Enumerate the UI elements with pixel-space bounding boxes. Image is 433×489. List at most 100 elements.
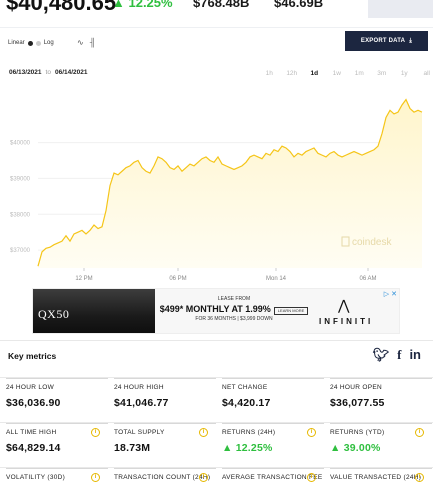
- price-chart: $40000 $39000 $38000 $37000 12 PM 06 PM Mon 14…: [10, 98, 423, 282]
- ad-learn-more-button[interactable]: LEARN MORE: [273, 307, 309, 315]
- info-icon[interactable]: i: [91, 428, 100, 437]
- metrics-grid: 24 HOUR LOW $36,036.90 24 HOUR HIGH $41,046…: [0, 377, 433, 489]
- chart-type-switcher: ∿ ╢: [77, 38, 95, 47]
- metric-cell: NET CHANGE $4,420.17: [222, 378, 324, 422]
- ad-price-line: $499* MONTHLY AT 1.99%: [159, 304, 271, 314]
- x-tick-label: 06 PM: [169, 276, 186, 282]
- metric-value: 18.73M: [114, 442, 151, 454]
- page: $40,480.65 ▲ 12.25% $768.48B $46.69B Lin…: [0, 0, 433, 489]
- infiniti-logo-icon: ⋀: [338, 297, 350, 313]
- market-cap-value: $46.69B: [274, 0, 324, 10]
- x-tick-label: 12 PM: [75, 276, 92, 282]
- metric-cell: 24 HOUR OPEN $36,077.55: [330, 378, 432, 422]
- share-links: 🐦︎ f in: [373, 347, 421, 363]
- metric-value-text: 12.25%: [235, 442, 273, 454]
- metric-cell: TOTAL SUPPLY 18.73M i: [114, 423, 216, 467]
- scale-toggle[interactable]: Linear Log: [8, 40, 54, 46]
- x-tick-label: 06 AM: [359, 276, 376, 282]
- metric-label: 24 HOUR LOW: [6, 384, 55, 391]
- metric-cell: 24 HOUR LOW $36,036.90: [6, 378, 108, 422]
- info-icon[interactable]: i: [415, 473, 424, 482]
- metric-value: ▲ 39.00%: [330, 442, 432, 454]
- metric-cell: RETURNS (24H) ▲ 12.25% i: [222, 423, 324, 467]
- range-1m[interactable]: 1m: [348, 70, 371, 77]
- metrics-row: VOLATILITY (30D) i TRANSACTION COUNT (24H)…: [0, 467, 433, 489]
- coindesk-watermark: coindesk: [352, 237, 392, 248]
- time-range-selector: 1h 12h 1d 1w 1m 3m 1y all: [258, 70, 433, 77]
- ad-offer: LEASE FROM $499* MONTHLY AT 1.99% LEARN M…: [159, 296, 309, 323]
- price-header: $40,480.65 ▲ 12.25% $768.48B $46.69B: [0, 0, 433, 28]
- price-chart-card: Linear Log ∿ ╢ EXPORT DATA ⤓ 06/13/2021 …: [0, 30, 433, 284]
- range-1h[interactable]: 1h: [258, 70, 281, 77]
- metric-value: $36,036.90: [6, 397, 61, 409]
- price-change: ▲ 12.25%: [112, 0, 173, 10]
- metric-label: 24 HOUR HIGH: [114, 384, 164, 391]
- x-tick-label: Mon 14: [266, 276, 287, 282]
- metric-cell: TRANSACTION COUNT (24H) i: [114, 468, 216, 489]
- info-icon[interactable]: i: [307, 473, 316, 482]
- date-to[interactable]: 06/14/2021: [55, 69, 88, 76]
- date-range-separator: to: [45, 69, 51, 76]
- up-arrow-icon: ▲: [222, 442, 236, 454]
- ad-brand: INFINITI: [319, 317, 374, 326]
- info-icon[interactable]: i: [307, 428, 316, 437]
- y-tick-label: $37000: [10, 248, 31, 254]
- metric-cell: ALL TIME HIGH $64,829.14 i: [6, 423, 108, 467]
- range-12h[interactable]: 12h: [281, 70, 304, 77]
- metrics-row: ALL TIME HIGH $64,829.14 i TOTAL SUPPLY 18.7…: [0, 422, 433, 467]
- date-from[interactable]: 06/13/2021: [9, 69, 42, 76]
- info-icon[interactable]: i: [91, 473, 100, 482]
- twitter-icon[interactable]: 🐦︎: [373, 347, 390, 363]
- range-all[interactable]: all: [416, 70, 433, 77]
- ad-model-name: QX50: [38, 307, 70, 321]
- volume-value: $768.48B: [193, 0, 250, 10]
- ad-car-image[interactable]: QX50: [33, 289, 155, 333]
- price-change-value: 12.25%: [128, 0, 173, 10]
- info-icon[interactable]: i: [199, 428, 208, 437]
- header-side-panel: [368, 0, 433, 18]
- export-data-label: EXPORT DATA: [360, 38, 406, 44]
- metric-value: $64,829.14: [6, 442, 61, 454]
- ad-choices-icon[interactable]: ▷ ✕: [384, 290, 397, 298]
- metric-value: ▲ 12.25%: [222, 442, 324, 454]
- date-range[interactable]: 06/13/2021 to 06/14/2021: [9, 69, 88, 76]
- key-metrics-title: Key metrics: [8, 351, 57, 361]
- export-data-button[interactable]: EXPORT DATA ⤓: [345, 31, 428, 51]
- download-icon: ⤓: [409, 37, 413, 44]
- info-icon[interactable]: i: [199, 473, 208, 482]
- metric-value: $41,046.77: [114, 397, 169, 409]
- y-tick-label: $40000: [10, 141, 31, 147]
- metric-cell: 24 HOUR HIGH $41,046.77: [114, 378, 216, 422]
- key-metrics-section: Key metrics 🐦︎ f in 24 HOUR LOW $36,036.9…: [0, 340, 433, 489]
- up-arrow-icon: ▲: [330, 442, 344, 454]
- metric-label: 24 HOUR OPEN: [330, 384, 383, 391]
- metric-value: $4,420.17: [222, 397, 271, 409]
- metric-cell: RETURNS (YTD) ▲ 39.00% i: [330, 423, 432, 467]
- metrics-row: 24 HOUR LOW $36,036.90 24 HOUR HIGH $41,046…: [0, 377, 433, 422]
- line-chart-icon[interactable]: ∿: [77, 38, 84, 47]
- metric-cell: VALUE TRANSACTED (24H) i: [330, 468, 432, 489]
- log-label[interactable]: Log: [44, 40, 54, 46]
- y-tick-label: $39000: [10, 176, 31, 182]
- range-1d[interactable]: 1d: [303, 70, 326, 77]
- y-tick-label: $38000: [10, 212, 31, 218]
- range-3m[interactable]: 3m: [371, 70, 394, 77]
- range-1w[interactable]: 1w: [326, 70, 349, 77]
- metric-cell: VOLATILITY (30D) i: [6, 468, 108, 489]
- metric-cell: AVERAGE TRANSACTION FEE i: [222, 468, 324, 489]
- ad-terms-line: FOR 36 MONTHS | $3,999 DOWN: [195, 315, 273, 322]
- toggle-track-icon[interactable]: [35, 40, 41, 46]
- current-price: $40,480.65: [6, 0, 117, 15]
- toggle-knob-icon[interactable]: [27, 40, 33, 46]
- metric-label: NET CHANGE: [222, 384, 268, 391]
- advertisement-banner[interactable]: QX50 LEASE FROM $499* MONTHLY AT 1.99% LE…: [32, 288, 400, 334]
- range-1y[interactable]: 1y: [393, 70, 416, 77]
- metric-value: $36,077.55: [330, 397, 385, 409]
- linear-label[interactable]: Linear: [8, 40, 25, 46]
- candlestick-chart-icon[interactable]: ╢: [90, 38, 96, 47]
- facebook-icon[interactable]: f: [397, 347, 401, 363]
- info-icon[interactable]: i: [415, 428, 424, 437]
- ad-lease-line: LEASE FROM: [217, 296, 251, 302]
- metric-value-text: 39.00%: [343, 442, 381, 454]
- linkedin-icon[interactable]: in: [409, 347, 421, 363]
